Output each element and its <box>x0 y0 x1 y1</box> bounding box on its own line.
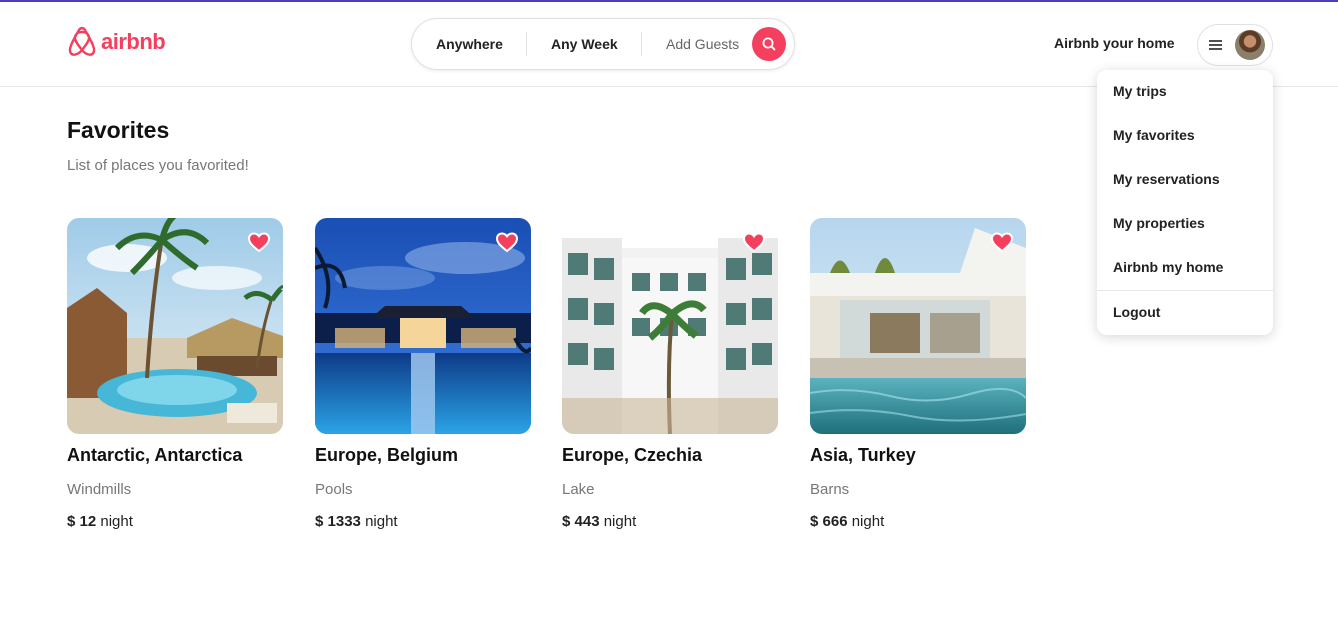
airbnb-logo-icon <box>68 26 96 56</box>
listing-category: Lake <box>562 481 595 498</box>
menu-item-my-trips[interactable]: My trips <box>1113 83 1167 99</box>
listing-photo[interactable] <box>810 218 1026 434</box>
price-unit: night <box>100 513 133 530</box>
price-currency: $ <box>67 513 76 530</box>
menu-divider <box>1097 290 1273 291</box>
price-currency: $ <box>315 513 324 530</box>
price-amount: 443 <box>574 513 600 530</box>
user-dropdown-menu: My trips My favorites My reservations My… <box>1097 70 1273 335</box>
listing-photo[interactable] <box>67 218 283 434</box>
favorite-heart-icon[interactable] <box>742 230 766 254</box>
listing-price: $ 12 night <box>67 513 133 530</box>
listing-location: Europe, Czechia <box>562 445 703 465</box>
price-currency: $ <box>810 513 819 530</box>
price-amount: 666 <box>822 513 848 530</box>
listing-category: Pools <box>315 481 353 498</box>
menu-item-my-favorites[interactable]: My favorites <box>1113 127 1195 143</box>
avatar[interactable] <box>1235 30 1265 60</box>
search-bar[interactable]: Anywhere Any Week Add Guests <box>411 18 795 70</box>
listing-category: Windmills <box>67 481 132 498</box>
listing-card[interactable]: Europe, Czechia Lake $ 443 night <box>562 218 778 530</box>
listing-card[interactable]: Europe, Belgium Pools $ 1333 night <box>315 218 531 530</box>
menu-item-airbnb-my-home[interactable]: Airbnb my home <box>1113 259 1223 275</box>
search-divider <box>526 32 527 56</box>
menu-item-my-properties[interactable]: My properties <box>1113 215 1205 231</box>
listing-price: $ 1333 night <box>315 513 398 530</box>
listing-price: $ 443 night <box>562 513 636 530</box>
airbnb-logo[interactable]: airbnb <box>67 26 166 58</box>
host-link[interactable]: Airbnb your home <box>1054 35 1175 51</box>
search-divider <box>641 32 642 56</box>
price-currency: $ <box>562 513 571 530</box>
search-button[interactable] <box>752 27 786 61</box>
listing-location: Europe, Belgium <box>315 445 459 465</box>
listing-card[interactable]: Antarctic, Antarctica Windmills $ 12 nig… <box>67 218 283 530</box>
listing-location: Asia, Turkey <box>810 445 916 465</box>
hamburger-icon <box>1209 40 1222 50</box>
listing-photo[interactable] <box>315 218 531 434</box>
price-unit: night <box>603 513 637 530</box>
menu-item-my-reservations[interactable]: My reservations <box>1113 171 1220 187</box>
user-menu-button[interactable] <box>1197 24 1273 66</box>
menu-item-logout[interactable]: Logout <box>1113 304 1160 320</box>
favorite-heart-icon[interactable] <box>495 230 519 254</box>
search-when[interactable]: Any Week <box>551 36 618 52</box>
page-subtitle: List of places you favorited! <box>67 157 249 174</box>
brand-name: airbnb <box>101 29 166 54</box>
listing-card[interactable]: Asia, Turkey Barns $ 666 night <box>810 218 1026 530</box>
listing-location: Antarctic, Antarctica <box>67 445 243 465</box>
price-unit: night <box>851 513 885 530</box>
price-amount: 1333 <box>327 513 361 530</box>
listing-category: Barns <box>810 481 850 498</box>
search-icon <box>762 37 776 51</box>
search-guests[interactable]: Add Guests <box>666 36 739 52</box>
listing-price: $ 666 night <box>810 513 884 530</box>
favorite-heart-icon[interactable] <box>247 230 271 254</box>
price-unit: night <box>365 513 398 530</box>
search-where[interactable]: Anywhere <box>436 36 503 52</box>
page-title: Favorites <box>67 117 170 143</box>
price-amount: 12 <box>79 513 97 530</box>
favorite-heart-icon[interactable] <box>990 230 1014 254</box>
listing-photo[interactable] <box>562 218 778 434</box>
